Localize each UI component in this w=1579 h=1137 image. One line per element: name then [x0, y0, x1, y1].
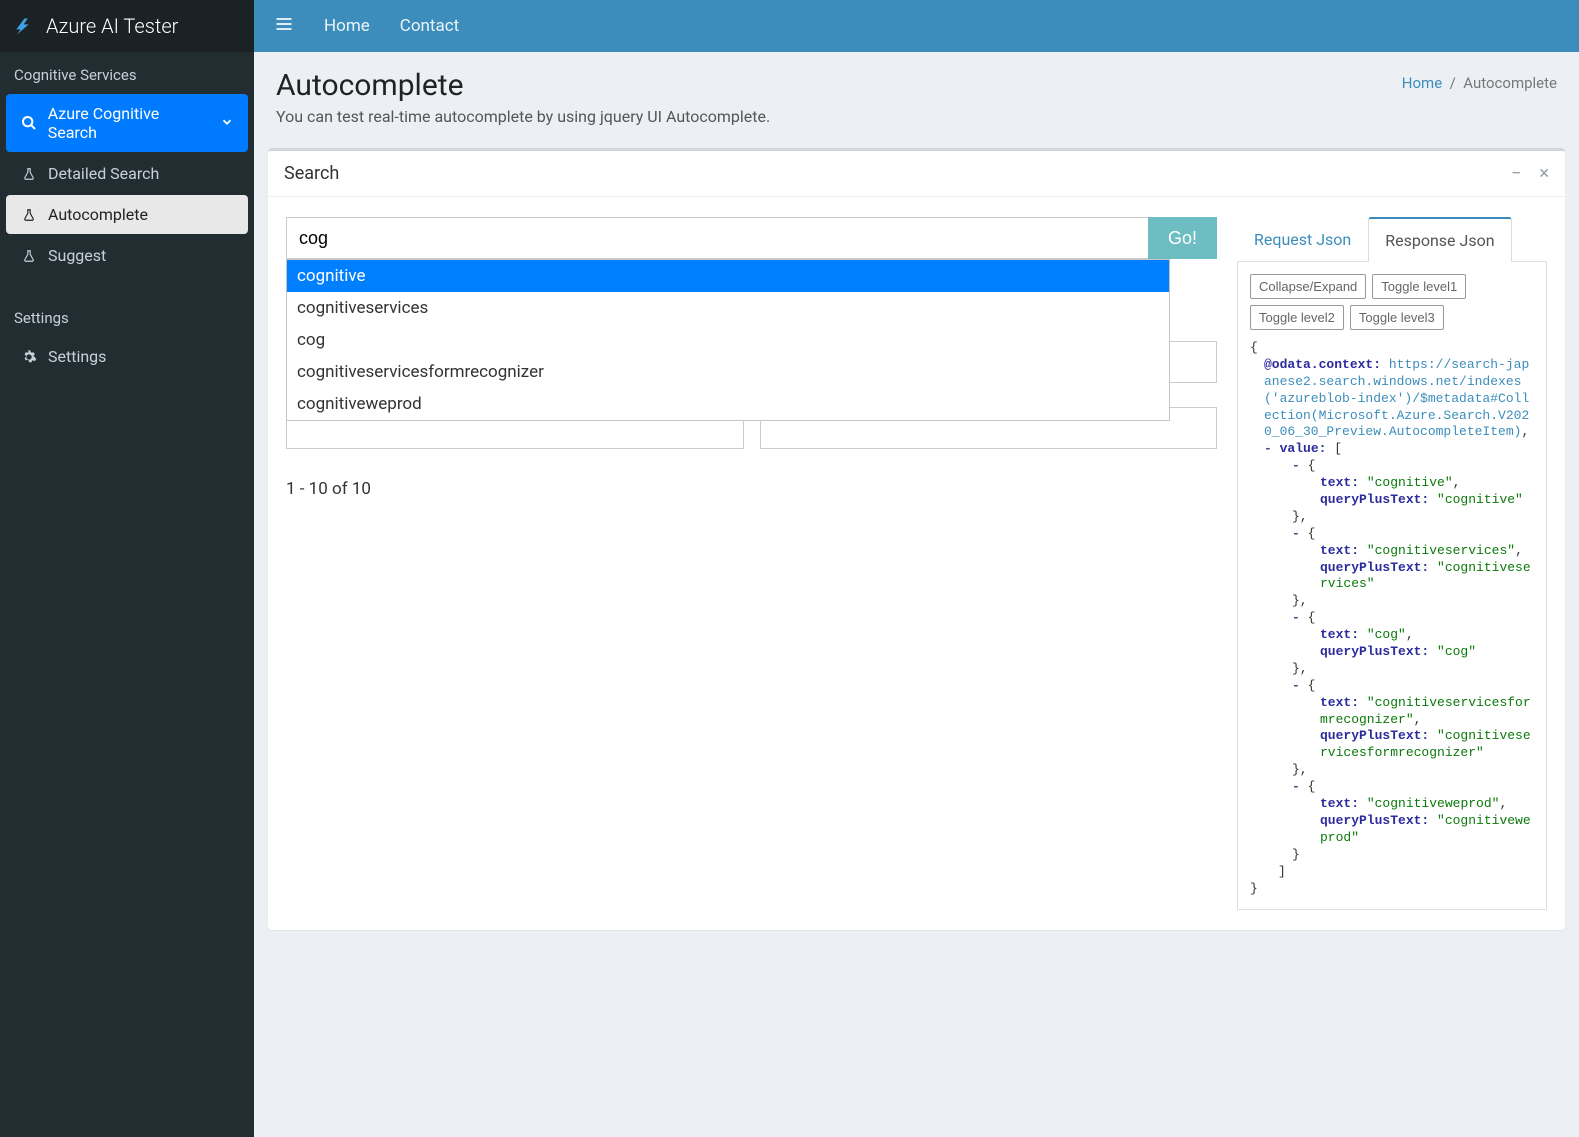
autocomplete-list: cognitive cognitiveservices cog cognitiv…	[286, 259, 1170, 421]
panel-title: Search	[284, 163, 339, 184]
sidebar-item-label: Autocomplete	[48, 205, 148, 224]
go-button[interactable]: Go!	[1148, 217, 1217, 259]
breadcrumb: Home / Autocomplete	[1402, 74, 1557, 92]
tab-request-json[interactable]: Request Json	[1237, 217, 1368, 262]
breadcrumb-current: Autocomplete	[1463, 74, 1557, 92]
flask-icon	[20, 167, 38, 181]
sidebar-item-label: Settings	[48, 347, 106, 366]
nav-home[interactable]: Home	[324, 16, 370, 36]
main: Home Contact Autocomplete You can test r…	[254, 0, 1579, 1137]
result-count: 1 - 10 of 10	[286, 479, 1217, 499]
content-head: Autocomplete You can test real-time auto…	[254, 52, 1579, 134]
autocomplete-item[interactable]: cog	[287, 324, 1169, 356]
sidebar-section-cognitive: Cognitive Services	[0, 52, 254, 92]
search-input[interactable]	[286, 217, 1148, 259]
sidebar-item-azure-cognitive-search[interactable]: Azure Cognitive Search	[6, 94, 248, 152]
app-title: Azure AI Tester	[46, 14, 178, 38]
search-icon	[20, 115, 38, 131]
toggle-level2-button[interactable]: Toggle level2	[1250, 305, 1344, 330]
sidebar-item-detailed-search[interactable]: Detailed Search	[6, 154, 248, 193]
flask-icon	[20, 208, 38, 222]
toggle-level1-button[interactable]: Toggle level1	[1372, 274, 1466, 299]
json-tabs: Request Json Response Json	[1237, 217, 1547, 262]
autocomplete-item[interactable]: cognitiveweprod	[287, 388, 1169, 420]
response-json-body: Collapse/Expand Toggle level1 Toggle lev…	[1237, 262, 1547, 910]
toggle-level3-button[interactable]: Toggle level3	[1350, 305, 1444, 330]
gear-icon	[20, 349, 38, 365]
page-title: Autocomplete	[276, 68, 770, 103]
sidebar-section-settings: Settings	[0, 295, 254, 335]
json-viewer[interactable]: {@odata.context: https://search-japanese…	[1250, 340, 1534, 897]
chevron-down-icon	[220, 114, 234, 133]
breadcrumb-home[interactable]: Home	[1402, 74, 1442, 92]
sidebar-item-settings[interactable]: Settings	[6, 337, 248, 376]
hamburger-icon[interactable]	[274, 14, 294, 38]
sidebar-item-autocomplete[interactable]: Autocomplete	[6, 195, 248, 234]
sidebar-item-label: Azure Cognitive Search	[48, 104, 210, 142]
nav-contact[interactable]: Contact	[400, 16, 459, 36]
collapse-expand-button[interactable]: Collapse/Expand	[1250, 274, 1366, 299]
autocomplete-item[interactable]: cognitiveservicesformrecognizer	[287, 356, 1169, 388]
azure-logo-icon	[14, 15, 34, 37]
close-icon[interactable]: ×	[1539, 163, 1549, 184]
autocomplete-item[interactable]: cognitiveservices	[287, 292, 1169, 324]
sidebar: Azure AI Tester Cognitive Services Azure…	[0, 0, 254, 1137]
breadcrumb-sep: /	[1446, 74, 1463, 92]
search-panel: Search − × Go! cognitive cogn	[268, 148, 1565, 930]
page-subtitle: You can test real-time autocomplete by u…	[276, 107, 770, 126]
autocomplete-item[interactable]: cognitive	[287, 260, 1169, 292]
sidebar-header: Azure AI Tester	[0, 0, 254, 52]
sidebar-item-suggest[interactable]: Suggest	[6, 236, 248, 275]
topbar: Home Contact	[254, 0, 1579, 52]
sidebar-item-label: Detailed Search	[48, 164, 159, 183]
tab-response-json[interactable]: Response Json	[1368, 217, 1511, 262]
flask-icon	[20, 249, 38, 263]
sidebar-item-label: Suggest	[48, 246, 106, 265]
minimize-icon[interactable]: −	[1511, 163, 1521, 184]
